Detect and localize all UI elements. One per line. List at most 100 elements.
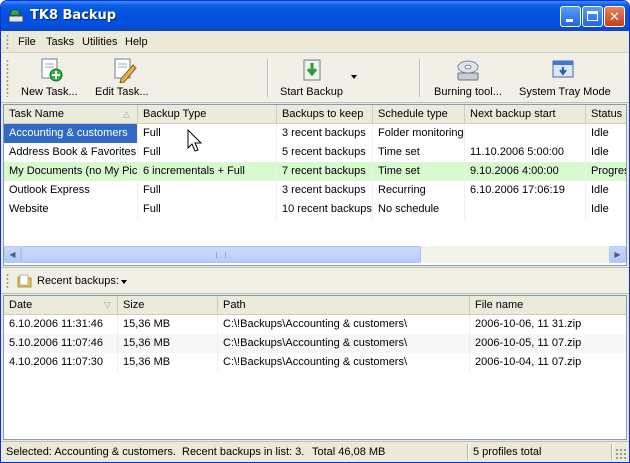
col-task-name[interactable]: Task Name △ xyxy=(4,105,138,124)
menu-help[interactable]: Help xyxy=(125,36,148,48)
status-cell: Idle xyxy=(586,124,626,143)
menu-utilities[interactable]: Utilities xyxy=(82,36,117,48)
thumb-grip-icon xyxy=(216,252,226,258)
maximize-icon xyxy=(583,7,602,26)
title-bar[interactable]: TK8 Backup ✕ xyxy=(1,1,629,31)
size-cell: 15,36 MB xyxy=(118,353,218,372)
backups-keep-cell: 5 recent backups xyxy=(277,143,373,162)
cd-burner-icon xyxy=(457,60,479,81)
backup-type-cell: Full xyxy=(138,124,277,143)
date-cell: 4.10.2006 11:07:30 xyxy=(4,353,118,372)
scroll-left-icon[interactable]: ◀ xyxy=(4,246,21,263)
menu-bar: File Tasks Utilities Help xyxy=(1,31,629,53)
schedule-cell: Time set xyxy=(373,143,465,162)
schedule-cell: Time set xyxy=(373,162,465,181)
recent-backups-dropdown[interactable]: Recent backups: xyxy=(15,271,133,291)
status-cell: Idle xyxy=(586,200,626,219)
status-recent-count: Recent backups in list: 3. xyxy=(182,446,305,458)
table-row[interactable]: My Documents (no My Pictu 6 incrementals… xyxy=(4,162,626,181)
start-backup-label: Start Backup xyxy=(280,86,343,98)
table-row[interactable]: Website Full 10 recent backups No schedu… xyxy=(4,200,626,219)
size-cell: 15,36 MB xyxy=(118,315,218,334)
recent-bar-grip[interactable] xyxy=(6,273,9,289)
app-window: TK8 Backup ✕ File Tasks Utilities Help N… xyxy=(0,0,630,463)
close-button[interactable]: ✕ xyxy=(604,6,625,27)
chevron-down-icon xyxy=(121,280,127,284)
table-row[interactable]: Outlook Express Full 3 recent backups Re… xyxy=(4,181,626,200)
size-cell: 15,36 MB xyxy=(118,334,218,353)
menu-tasks[interactable]: Tasks xyxy=(46,36,74,48)
status-cell: Idle xyxy=(586,181,626,200)
toolbar-grip[interactable] xyxy=(6,59,9,97)
col-date[interactable]: Date ▽ xyxy=(4,296,118,315)
file-name-cell: 2006-10-06, 11 31.zip xyxy=(470,315,626,334)
schedule-cell: Folder monitoring xyxy=(373,124,465,143)
recent-backups-list[interactable]: Date ▽ Size Path File name 6.10.2006 11:3… xyxy=(3,295,627,440)
next-start-cell xyxy=(465,124,586,143)
date-cell: 5.10.2006 11:07:46 xyxy=(4,334,118,353)
table-row[interactable]: 4.10.2006 11:07:30 15,36 MB C:\!Backups\… xyxy=(4,353,626,372)
date-cell: 6.10.2006 11:31:46 xyxy=(4,315,118,334)
table-row[interactable]: Accounting & customers Full 3 recent bac… xyxy=(4,124,626,143)
col-task-name-label: Task Name xyxy=(9,108,65,120)
col-path-label: Path xyxy=(223,299,246,311)
status-profiles: 5 profiles total xyxy=(473,446,542,458)
sort-down-icon: ▽ xyxy=(104,300,111,310)
tasks-list[interactable]: Task Name △ Backup Type Backups to keep S… xyxy=(3,104,627,266)
app-icon xyxy=(8,9,24,23)
col-backups-to-keep[interactable]: Backups to keep xyxy=(277,105,373,124)
toolbar-separator xyxy=(419,59,421,97)
col-size[interactable]: Size xyxy=(118,296,218,315)
minimize-button[interactable] xyxy=(560,6,581,27)
edit-task-icon xyxy=(114,58,137,83)
col-next-backup-start[interactable]: Next backup start xyxy=(465,105,586,124)
start-backup-icon xyxy=(303,59,321,81)
col-status[interactable]: Status xyxy=(586,105,626,124)
new-task-icon xyxy=(41,58,63,82)
scroll-right-icon[interactable]: ▶ xyxy=(609,246,626,263)
system-tray-mode-label: System Tray Mode xyxy=(519,86,611,98)
backups-keep-cell: 3 recent backups xyxy=(277,181,373,200)
col-path[interactable]: Path xyxy=(218,296,470,315)
col-file-name[interactable]: File name xyxy=(470,296,626,315)
table-row[interactable]: 5.10.2006 11:07:46 15,36 MB C:\!Backups\… xyxy=(4,334,626,353)
burning-tools-button[interactable]: Burning tool... xyxy=(429,55,507,101)
window-title: TK8 Backup xyxy=(30,8,117,23)
burning-tools-label: Burning tool... xyxy=(434,86,502,98)
backup-type-cell: Full xyxy=(138,181,277,200)
file-name-cell: 2006-10-04, 11 07.zip xyxy=(470,353,626,372)
system-tray-icon xyxy=(552,60,574,78)
maximize-button[interactable] xyxy=(582,6,603,27)
edit-task-label: Edit Task... xyxy=(95,86,149,98)
table-row[interactable]: Address Book & Favorites Full 5 recent b… xyxy=(4,143,626,162)
task-name-cell: Website xyxy=(4,200,138,219)
col-schedule-type[interactable]: Schedule type xyxy=(373,105,465,124)
menu-grip[interactable] xyxy=(6,34,9,50)
close-icon: ✕ xyxy=(609,9,620,24)
status-cell: Idle xyxy=(586,143,626,162)
next-start-cell: 11.10.2006 5:00:00 xyxy=(465,143,586,162)
schedule-cell: No schedule xyxy=(373,200,465,219)
task-name-cell: Accounting & customers xyxy=(4,124,138,143)
status-bar: Selected: Accounting & customers. Recent… xyxy=(1,441,629,462)
toolbar: New Task... Edit Task... Start Backup Bu… xyxy=(1,53,629,103)
new-task-button[interactable]: New Task... xyxy=(15,55,87,101)
edit-task-button[interactable]: Edit Task... xyxy=(91,55,159,101)
table-row[interactable]: 6.10.2006 11:31:46 15,36 MB C:\!Backups\… xyxy=(4,315,626,334)
tasks-header: Task Name △ Backup Type Backups to keep S… xyxy=(4,105,626,124)
scrollbar-thumb[interactable] xyxy=(21,246,421,263)
col-backup-type-label: Backup Type xyxy=(143,108,207,120)
recent-backups-label: Recent backups: xyxy=(37,275,119,287)
resize-grip-icon[interactable] xyxy=(615,448,627,460)
recent-header: Date ▽ Size Path File name xyxy=(4,296,626,315)
tasks-horizontal-scrollbar[interactable]: ◀ ▶ xyxy=(4,246,626,263)
start-backup-dropdown[interactable] xyxy=(347,67,361,87)
backups-keep-cell: 3 recent backups xyxy=(277,124,373,143)
col-next-backup-start-label: Next backup start xyxy=(470,108,556,120)
start-backup-button[interactable]: Start Backup xyxy=(275,55,347,101)
task-name-cell: Outlook Express xyxy=(4,181,138,200)
status-separator xyxy=(467,444,469,461)
menu-file[interactable]: File xyxy=(18,36,36,48)
col-backup-type[interactable]: Backup Type xyxy=(138,105,277,124)
system-tray-mode-button[interactable]: System Tray Mode xyxy=(513,55,617,101)
